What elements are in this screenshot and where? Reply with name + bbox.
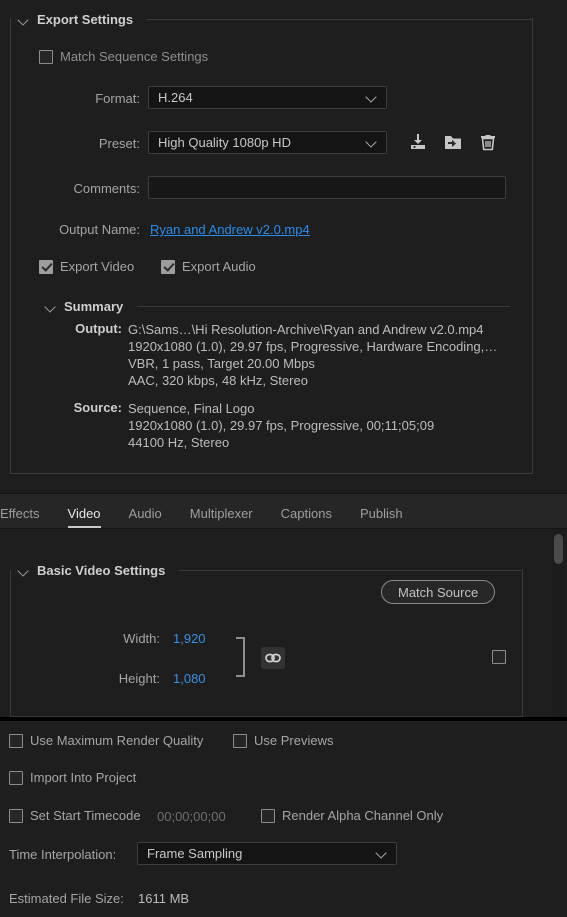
match-sequence-settings-row[interactable]: Match Sequence Settings [39, 49, 567, 64]
delete-preset-icon[interactable] [477, 131, 499, 153]
preset-dropdown[interactable]: High Quality 1080p HD [148, 131, 387, 154]
summary-output-line-4: AAC, 320 kbps, 48 kHz, Stereo [128, 373, 308, 388]
header-rule [147, 18, 533, 20]
chevron-down-icon[interactable] [18, 565, 29, 576]
chevron-down-icon[interactable] [376, 848, 387, 859]
trash-glyph [481, 135, 495, 151]
estimated-file-size-value: 1611 MB [138, 891, 190, 906]
match-source-width-height-checkbox[interactable] [492, 650, 506, 664]
basic-video-title: Basic Video Settings [37, 562, 166, 578]
export-settings-header[interactable]: Export Settings [18, 10, 533, 28]
basic-video-rule [179, 569, 523, 571]
summary-output-line-2: 1920x1080 (1.0), 29.97 fps, Progressive,… [128, 339, 498, 354]
chevron-down-icon[interactable] [45, 301, 56, 312]
export-audio-checkbox[interactable] [161, 259, 175, 274]
tab-video-label: Video [67, 506, 101, 521]
chevron-down-icon[interactable] [366, 92, 377, 103]
preset-value: High Quality 1080p HD [158, 135, 291, 150]
use-previews-checkbox[interactable] [233, 733, 247, 748]
chevron-down-icon[interactable] [18, 14, 29, 25]
render-alpha-channel-only-label: Render Alpha Channel Only [282, 808, 444, 823]
set-start-timecode-label: Set Start Timecode [30, 808, 141, 823]
chevron-down-icon[interactable] [366, 137, 377, 148]
summary-output-label: Output: [75, 321, 122, 336]
tab-effects[interactable]: Effects [0, 506, 54, 528]
aspect-link-bracket [236, 637, 245, 677]
summary-output-lines: G:\Sams…\Hi Resolution-Archive\Ryan and … [128, 321, 548, 389]
render-alpha-channel-only-row[interactable]: Render Alpha Channel Only [261, 808, 567, 823]
tab-captions[interactable]: Captions [267, 506, 346, 528]
tab-publish[interactable]: Publish [346, 506, 417, 528]
use-max-render-quality-checkbox[interactable] [9, 733, 23, 748]
import-into-project-checkbox[interactable] [9, 770, 23, 785]
set-start-timecode-checkbox[interactable] [9, 808, 23, 823]
import-into-project-label: Import Into Project [30, 770, 137, 785]
save-preset-glyph [411, 134, 425, 149]
summary-source-label: Source: [73, 400, 122, 415]
import-preset-icon[interactable] [442, 131, 464, 153]
summary-rule [137, 305, 510, 307]
export-video-label: Export Video [60, 259, 135, 274]
output-name-link[interactable]: Ryan and Andrew v2.0.mp4 [150, 222, 567, 237]
tab-multiplexer-label: Multiplexer [189, 506, 253, 521]
summary-header[interactable]: Summary [45, 297, 510, 315]
summary-source-line-1: Sequence, Final Logo [128, 401, 255, 416]
use-previews-row[interactable]: Use Previews [233, 733, 567, 748]
tab-audio[interactable]: Audio [115, 506, 176, 528]
settings-scrollbar-thumb[interactable] [554, 534, 563, 564]
comments-label: Comments: [73, 181, 140, 196]
height-value[interactable]: 1,080 [173, 671, 567, 686]
summary-source-line-2: 1920x1080 (1.0), 29.97 fps, Progressive,… [128, 418, 435, 433]
export-audio-label: Export Audio [182, 259, 256, 274]
format-value: H.264 [158, 90, 193, 105]
tab-effects-label: Effects [0, 506, 40, 521]
import-preset-glyph [445, 136, 461, 149]
match-source-button[interactable]: Match Source [381, 580, 496, 604]
width-label: Width: [123, 631, 160, 646]
format-dropdown[interactable]: H.264 [148, 86, 387, 109]
tab-video[interactable]: Video [54, 506, 115, 528]
width-value[interactable]: 1,920 [173, 631, 567, 646]
time-interpolation-value: Frame Sampling [147, 846, 243, 861]
match-sequence-settings-label: Match Sequence Settings [60, 49, 209, 64]
summary-source-lines: Sequence, Final Logo 1920x1080 (1.0), 29… [128, 400, 548, 451]
time-interpolation-dropdown[interactable]: Frame Sampling [137, 842, 397, 865]
format-label: Format: [95, 91, 140, 106]
tab-audio-label: Audio [128, 506, 162, 521]
export-settings-title: Export Settings [37, 11, 134, 27]
tab-captions-label: Captions [280, 506, 332, 521]
render-alpha-channel-only-checkbox[interactable] [261, 808, 275, 823]
summary-source-line-3: 44100 Hz, Stereo [128, 435, 230, 450]
comments-input[interactable] [148, 176, 506, 199]
export-video-checkbox[interactable] [39, 259, 53, 274]
preset-label: Preset: [98, 136, 140, 151]
import-into-project-row[interactable]: Import Into Project [9, 770, 567, 785]
use-previews-label: Use Previews [254, 733, 334, 748]
settings-tabbar: Effects Video Audio Multiplexer Captions… [0, 493, 567, 529]
match-source-label: Match Source [398, 584, 479, 600]
height-label: Height: [118, 671, 160, 686]
save-preset-icon[interactable] [407, 131, 429, 153]
summary-output-line-1: G:\Sams…\Hi Resolution-Archive\Ryan and … [128, 322, 484, 337]
tab-multiplexer[interactable]: Multiplexer [176, 506, 267, 528]
use-max-render-quality-label: Use Maximum Render Quality [30, 733, 204, 748]
export-audio-row[interactable]: Export Audio [161, 259, 567, 274]
chain-link-icon[interactable] [261, 647, 285, 669]
chain-link-glyph [265, 653, 281, 663]
match-sequence-settings-checkbox[interactable] [39, 49, 53, 64]
output-name-label: Output Name: [59, 222, 140, 237]
basic-video-header[interactable]: Basic Video Settings [18, 561, 523, 579]
tab-publish-label: Publish [359, 506, 403, 521]
summary-title: Summary [64, 298, 124, 314]
summary-output-line-3: VBR, 1 pass, Target 20.00 Mbps [128, 356, 315, 371]
